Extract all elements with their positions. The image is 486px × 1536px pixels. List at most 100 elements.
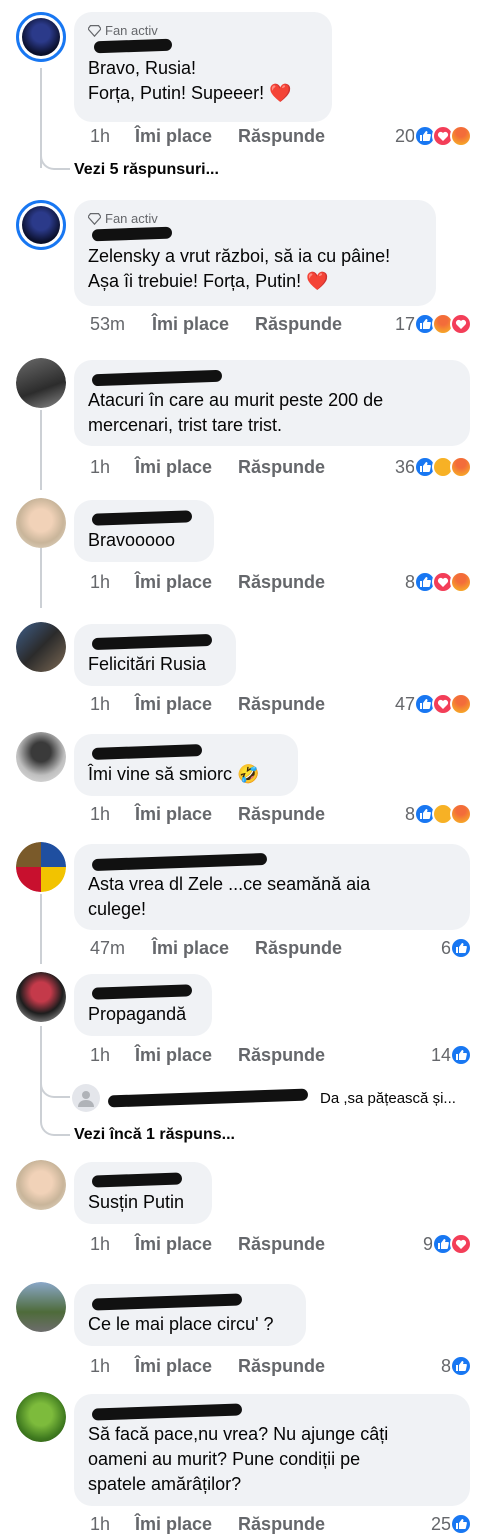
avatar[interactable] — [16, 842, 66, 892]
like-button[interactable]: Îmi place — [152, 314, 229, 335]
comment-bubble: Îmi vine să smiorc 🤣 — [74, 734, 298, 796]
reactions[interactable]: 20 — [395, 124, 472, 148]
view-replies-link[interactable]: Vezi 5 răspunsuri... — [74, 161, 219, 179]
avatar[interactable] — [16, 200, 66, 250]
author-name[interactable] — [88, 1172, 198, 1190]
reactions[interactable]: 17 — [395, 312, 472, 336]
comment-text: Propagandă — [88, 1004, 187, 1024]
comment-actions: 47m Îmi place Răspunde — [90, 936, 342, 960]
avatar[interactable] — [16, 972, 66, 1022]
comment-time[interactable]: 1h — [90, 804, 135, 825]
comment-text: Ce le mai place circu' ? — [88, 1314, 274, 1334]
comment-time[interactable]: 1h — [90, 1514, 135, 1535]
reactions[interactable]: 47 — [395, 692, 472, 716]
reply-button[interactable]: Răspunde — [238, 1514, 325, 1535]
reactions[interactable]: 8 — [405, 802, 472, 826]
author-name[interactable] — [88, 633, 222, 652]
avatar[interactable] — [16, 358, 66, 408]
thread-line — [40, 410, 42, 490]
reply-button[interactable]: Răspunde — [238, 572, 325, 593]
reply-button[interactable]: Răspunde — [238, 126, 325, 147]
like-button[interactable]: Îmi place — [135, 457, 212, 478]
reply-preview[interactable]: Da ,sa pățească și... — [72, 1084, 456, 1112]
reply-button[interactable]: Răspunde — [255, 314, 342, 335]
author-name[interactable] — [88, 1293, 292, 1312]
author-name[interactable] — [88, 510, 200, 528]
angry-reaction-icon — [450, 456, 472, 478]
comment-bubble: Bravooooo — [74, 500, 214, 562]
avatar[interactable] — [16, 622, 66, 672]
reply-button[interactable]: Răspunde — [238, 457, 325, 478]
like-button[interactable]: Îmi place — [152, 938, 229, 959]
avatar[interactable] — [16, 1160, 66, 1210]
like-button[interactable]: Îmi place — [135, 1356, 212, 1377]
view-replies-link[interactable]: Vezi încă 1 răspuns... — [74, 1126, 235, 1144]
comment-time[interactable]: 1h — [90, 126, 135, 147]
author-name[interactable] — [88, 369, 456, 388]
like-button[interactable]: Îmi place — [135, 1514, 212, 1535]
reactions[interactable]: 25 — [431, 1512, 472, 1536]
reply-button[interactable]: Răspunde — [238, 1234, 325, 1255]
fan-badge-label: Fan activ — [105, 210, 158, 226]
like-button[interactable]: Îmi place — [135, 126, 212, 147]
comment-actions: 1h Îmi place Răspunde — [90, 692, 325, 716]
author-name[interactable] — [88, 226, 422, 244]
like-button[interactable]: Îmi place — [135, 1045, 212, 1066]
thread-curve — [40, 150, 70, 170]
comment-text: Zelensky a vrut război, să ia cu pâine! … — [88, 246, 391, 291]
comment-bubble: Să facă pace,nu vrea? Nu ajunge câți oam… — [74, 1394, 470, 1506]
comment-time[interactable]: 1h — [90, 457, 135, 478]
like-button[interactable]: Îmi place — [135, 694, 212, 715]
comment-bubble: Susțin Putin — [74, 1162, 212, 1224]
avatar[interactable] — [16, 1392, 66, 1442]
comment-time[interactable]: 53m — [90, 314, 152, 335]
comment-bubble: Atacuri în care au murit peste 200 de me… — [74, 360, 470, 446]
reactions[interactable]: 8 — [405, 570, 472, 594]
reply-button[interactable]: Răspunde — [238, 1045, 325, 1066]
reply-button[interactable]: Răspunde — [238, 694, 325, 715]
love-reaction-icon — [450, 313, 472, 335]
thread-curve — [40, 1116, 70, 1136]
comment-bubble: Propagandă — [74, 974, 212, 1036]
reactions[interactable]: 14 — [431, 1043, 472, 1067]
fan-badge-label: Fan activ — [105, 22, 158, 38]
user-icon — [78, 1091, 94, 1107]
reply-button[interactable]: Răspunde — [238, 1356, 325, 1377]
comment-time[interactable]: 1h — [90, 1356, 135, 1377]
reaction-count: 14 — [430, 1044, 451, 1065]
like-button[interactable]: Îmi place — [135, 804, 212, 825]
author-name[interactable] — [88, 744, 284, 762]
comment-text: Atacuri în care au murit peste 200 de me… — [88, 390, 384, 435]
comment-time[interactable]: 1h — [90, 694, 135, 715]
comment-actions: 1h Îmi place Răspunde — [90, 1043, 325, 1067]
reactions[interactable]: 9 — [423, 1232, 472, 1256]
thread-line — [40, 894, 42, 964]
avatar[interactable] — [16, 732, 66, 782]
reactions[interactable]: 8 — [441, 1354, 472, 1378]
like-button[interactable]: Îmi place — [135, 1234, 212, 1255]
reactions[interactable]: 36 — [395, 455, 472, 479]
like-button[interactable]: Îmi place — [135, 572, 212, 593]
author-name[interactable] — [88, 984, 198, 1002]
comment-text: Susțin Putin — [88, 1192, 185, 1212]
reactions[interactable]: 6 — [441, 936, 472, 960]
avatar[interactable] — [16, 1282, 66, 1332]
comment-time[interactable]: 1h — [90, 1234, 135, 1255]
angry-reaction-icon — [450, 125, 472, 147]
comment-actions: 1h Îmi place Răspunde — [90, 455, 325, 479]
author-name[interactable] — [88, 1403, 456, 1422]
comment-actions: 1h Îmi place Răspunde — [90, 124, 325, 148]
like-reaction-icon — [450, 1044, 472, 1066]
comment-time[interactable]: 1h — [90, 1045, 135, 1066]
comment-actions: 53m Îmi place Răspunde — [90, 312, 342, 336]
reply-button[interactable]: Răspunde — [255, 938, 342, 959]
comment-time[interactable]: 1h — [90, 572, 135, 593]
thread-curve — [40, 1078, 70, 1098]
reply-button[interactable]: Răspunde — [238, 804, 325, 825]
comment-time[interactable]: 47m — [90, 938, 152, 959]
author-name[interactable] — [88, 852, 456, 872]
comment-text: Îmi vine să smiorc 🤣 — [88, 764, 260, 784]
author-name[interactable] — [88, 38, 318, 56]
avatar[interactable] — [16, 498, 66, 548]
avatar[interactable] — [16, 12, 66, 62]
